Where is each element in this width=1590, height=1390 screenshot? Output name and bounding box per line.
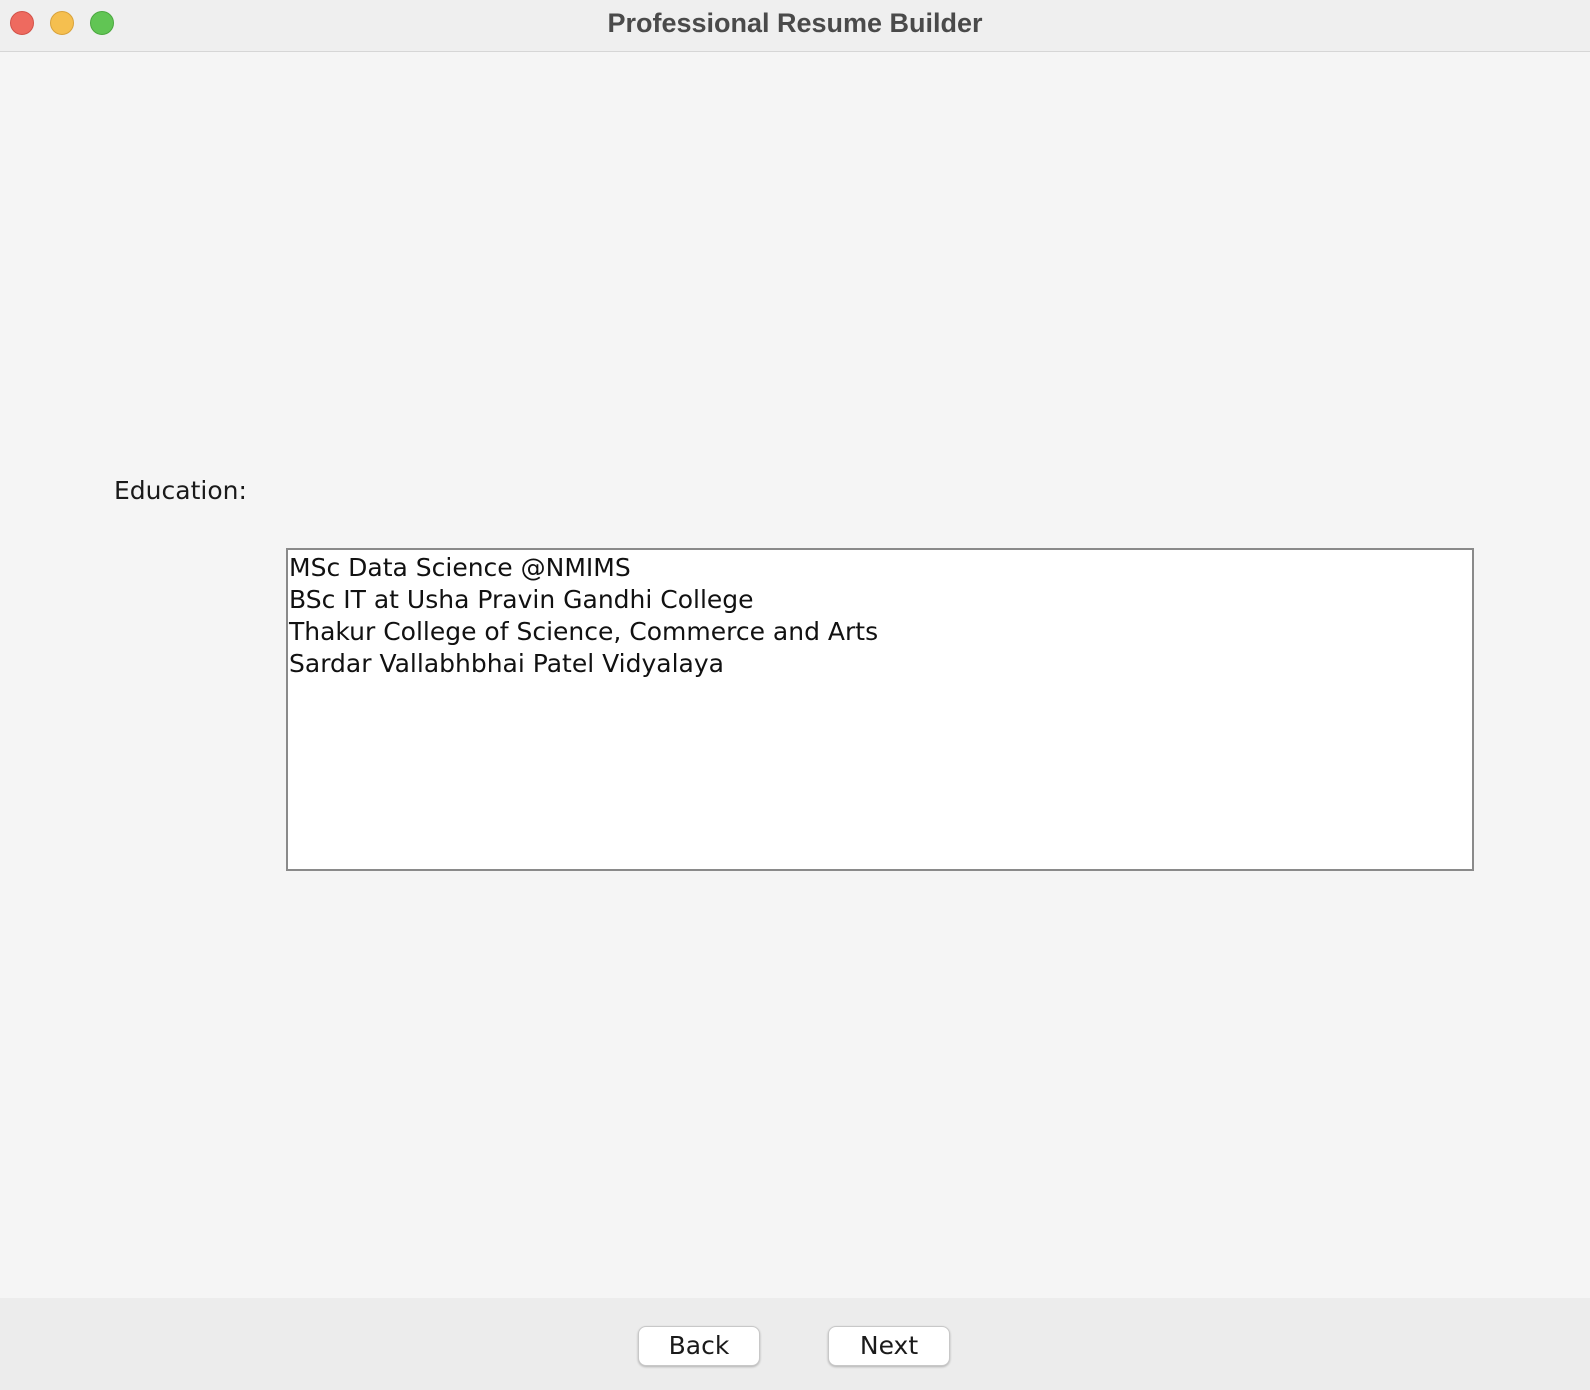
window-title: Professional Resume Builder bbox=[607, 8, 983, 38]
title-bar: Professional Resume Builder bbox=[0, 0, 1590, 52]
app-window: Professional Resume Builder Education: M… bbox=[0, 0, 1590, 1390]
main-content: Education: MSc Data Science @NMIMS BSc I… bbox=[0, 52, 1590, 1298]
education-line: BSc IT at Usha Pravin Gandhi College bbox=[289, 585, 754, 614]
footer-bar: Back Next bbox=[0, 1298, 1590, 1390]
back-button[interactable]: Back bbox=[638, 1326, 760, 1366]
education-label: Education: bbox=[114, 476, 247, 505]
education-textarea[interactable]: MSc Data Science @NMIMS BSc IT at Usha P… bbox=[286, 548, 1474, 871]
education-line: Thakur College of Science, Commerce and … bbox=[289, 617, 879, 646]
next-button[interactable]: Next bbox=[828, 1326, 950, 1366]
education-line: Sardar Vallabhbhai Patel Vidyalaya bbox=[289, 649, 724, 678]
education-line: MSc Data Science @NMIMS bbox=[289, 553, 631, 582]
